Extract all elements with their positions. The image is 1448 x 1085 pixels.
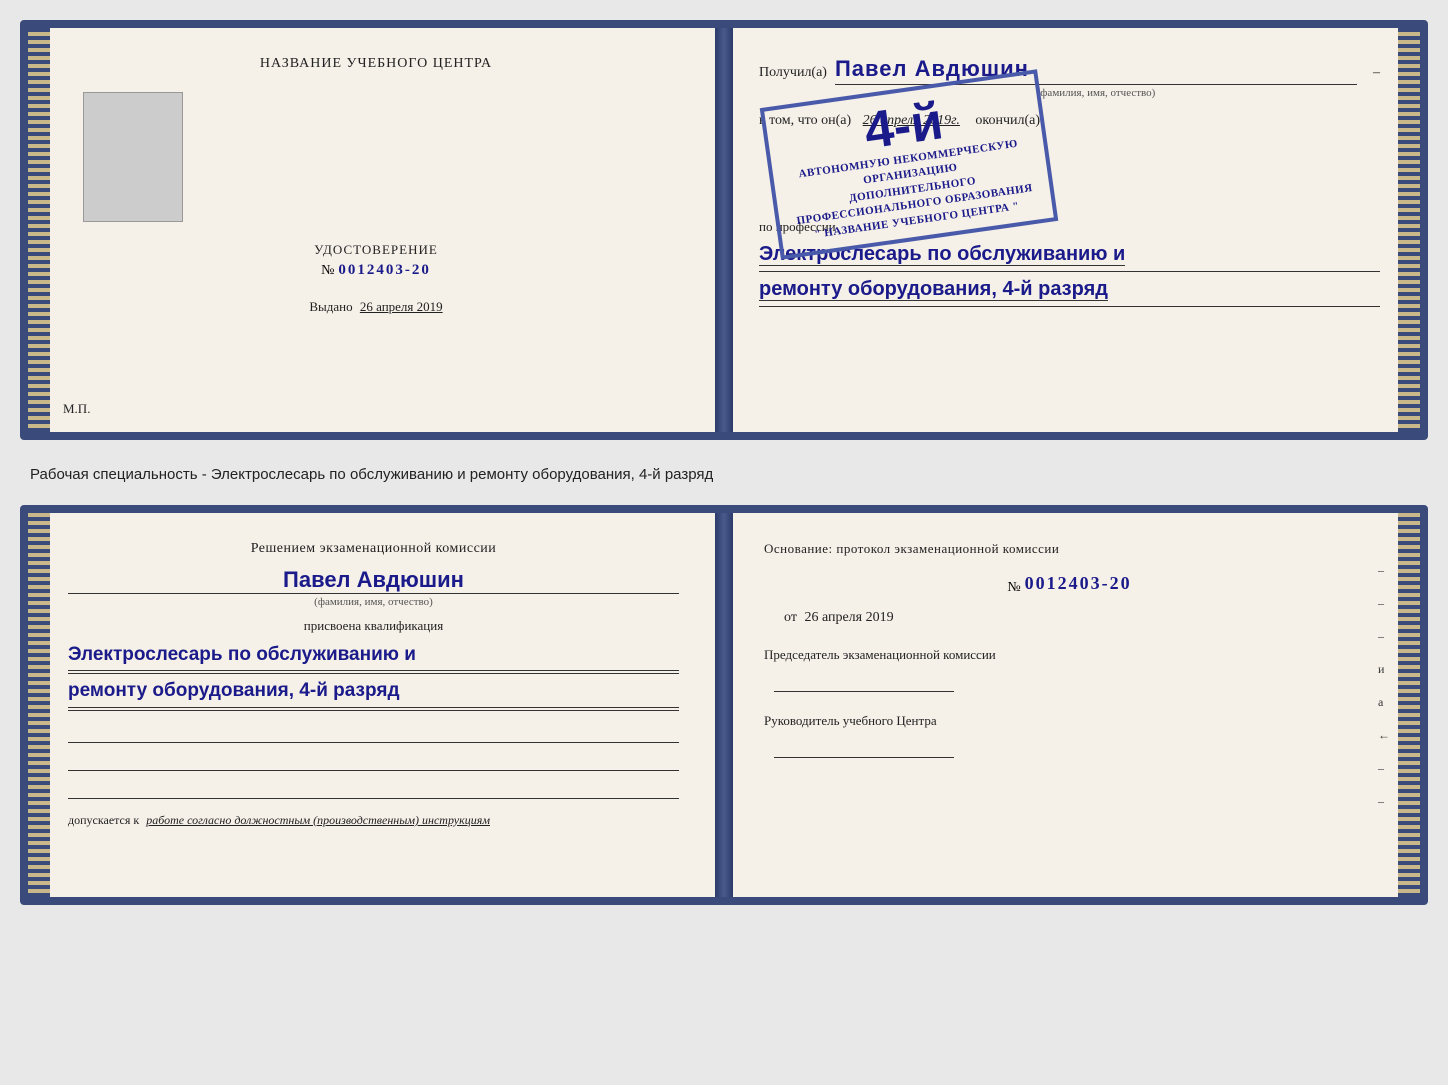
chairman-block: Председатель экзаменационной комиссии bbox=[764, 646, 1375, 692]
qual-line1: Электрослесарь по обслуживанию и bbox=[68, 640, 679, 671]
top-left-panel: НАЗВАНИЕ УЧЕБНОГО ЦЕНТРА УДОСТОВЕРЕНИЕ №… bbox=[28, 28, 709, 432]
bottom-left-panel: Решением экзаменационной комиссии Павел … bbox=[28, 513, 714, 897]
received-label: Получил(а) bbox=[759, 65, 827, 81]
head-sig-line bbox=[774, 738, 954, 758]
spine bbox=[715, 28, 733, 432]
mark-1: – bbox=[1378, 563, 1390, 578]
qual-label: присвоена квалификация bbox=[68, 618, 679, 634]
issued-date: 26 апреля 2019 bbox=[360, 299, 443, 314]
head-block: Руководитель учебного Центра bbox=[764, 712, 1375, 758]
allow-text: допускается к работе согласно должностны… bbox=[68, 813, 679, 828]
date-prefix: от bbox=[784, 610, 797, 625]
right-edge-marks: – – – и а ← – – bbox=[1378, 563, 1390, 809]
mark-3: – bbox=[1378, 629, 1390, 644]
bottom-right-panel: Основание: протокол экзаменационной коми… bbox=[714, 513, 1420, 897]
page-wrapper: НАЗВАНИЕ УЧЕБНОГО ЦЕНТРА УДОСТОВЕРЕНИЕ №… bbox=[20, 20, 1428, 905]
basis-title: Основание: протокол экзаменационной коми… bbox=[764, 541, 1375, 557]
mark-5: – bbox=[1378, 794, 1390, 809]
allow-value: работе согласно должностным (производств… bbox=[146, 813, 490, 827]
protocol-number: 0012403-20 bbox=[1025, 573, 1132, 594]
top-right-panel: Получил(а) Павел Авдюшин (фамилия, имя, … bbox=[709, 28, 1420, 432]
mp-label: М.П. bbox=[63, 401, 90, 417]
mark-i: и bbox=[1378, 662, 1390, 677]
sig-line-3 bbox=[68, 779, 679, 799]
issued-line: Выдано 26 апреля 2019 bbox=[83, 299, 669, 315]
mark-a: а bbox=[1378, 695, 1390, 710]
recipient-line: Получил(а) Павел Авдюшин (фамилия, имя, … bbox=[759, 56, 1380, 99]
sig-line-2 bbox=[68, 751, 679, 771]
cert-label: УДОСТОВЕРЕНИЕ bbox=[83, 242, 669, 258]
dash-top: – bbox=[1373, 65, 1380, 81]
protocol-date: от 26 апреля 2019 bbox=[784, 610, 1375, 626]
sig-line-1 bbox=[68, 723, 679, 743]
issued-label: Выдано bbox=[309, 299, 352, 314]
mark-4: – bbox=[1378, 761, 1390, 776]
mark-2: – bbox=[1378, 596, 1390, 611]
bottom-spine bbox=[715, 513, 733, 897]
profession-line2: ремонту оборудования, 4-й разряд bbox=[759, 278, 1108, 301]
commission-title: Решением экзаменационной комиссии bbox=[68, 541, 679, 557]
chairman-sig-line bbox=[774, 672, 954, 692]
head-title: Руководитель учебного Центра bbox=[764, 712, 1375, 730]
chairman-title: Председатель экзаменационной комиссии bbox=[764, 646, 1375, 664]
annotation-text: Рабочая специальность - Электрослесарь п… bbox=[20, 458, 1428, 487]
top-document: НАЗВАНИЕ УЧЕБНОГО ЦЕНТРА УДОСТОВЕРЕНИЕ №… bbox=[20, 20, 1428, 440]
qual-line2: ремонту оборудования, 4-й разряд bbox=[68, 676, 679, 707]
recipient-name: Павел Авдюшин bbox=[835, 56, 1357, 85]
training-center-title-top: НАЗВАНИЕ УЧЕБНОГО ЦЕНТРА bbox=[83, 56, 669, 72]
cert-number-prefix: № bbox=[321, 263, 334, 279]
mark-arrow: ← bbox=[1378, 728, 1390, 743]
bottom-fio-hint: (фамилия, имя, отчество) bbox=[68, 596, 679, 608]
photo-placeholder bbox=[83, 92, 183, 222]
protocol-number-prefix: № bbox=[1007, 580, 1020, 596]
bottom-document: Решением экзаменационной комиссии Павел … bbox=[20, 505, 1428, 905]
protocol-date-value: 26 апреля 2019 bbox=[804, 610, 893, 625]
allow-prefix: допускается к bbox=[68, 813, 139, 827]
cert-number: 0012403-20 bbox=[338, 262, 431, 279]
bottom-person-name: Павел Авдюшин bbox=[68, 567, 679, 594]
